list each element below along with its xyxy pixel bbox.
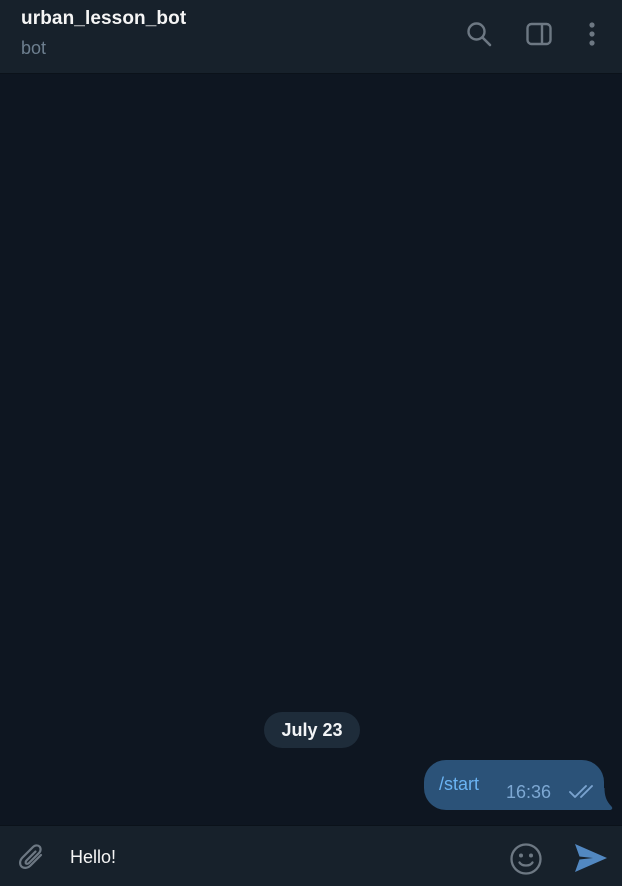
paperclip-icon xyxy=(16,842,48,879)
search-button[interactable] xyxy=(459,14,499,54)
sidebar-toggle-icon xyxy=(525,20,553,48)
message-composer xyxy=(0,825,622,886)
send-button[interactable] xyxy=(568,839,614,881)
emoji-button[interactable] xyxy=(505,840,547,882)
message-list[interactable]: July 23 /start 16:36 xyxy=(0,74,622,825)
more-vertical-icon xyxy=(587,20,597,48)
message-time: 16:36 xyxy=(506,782,552,802)
more-menu-button[interactable] xyxy=(572,14,612,54)
message-input[interactable] xyxy=(70,842,470,872)
bot-command-link[interactable]: /start xyxy=(439,774,479,795)
chat-title[interactable]: urban_lesson_bot xyxy=(21,8,186,30)
emoji-icon xyxy=(509,842,543,881)
sidebar-toggle-button[interactable] xyxy=(519,14,559,54)
send-icon xyxy=(573,842,609,879)
date-separator: July 23 xyxy=(264,712,360,748)
telegram-chat-window: urban_lesson_bot bot July 23 /start 16:3… xyxy=(0,0,622,886)
chat-header: urban_lesson_bot bot xyxy=(0,0,622,74)
chat-subtitle: bot xyxy=(21,38,47,58)
double-check-icon xyxy=(569,784,597,805)
attach-button[interactable] xyxy=(10,838,54,882)
outgoing-message-bubble[interactable]: /start 16:36 xyxy=(424,760,604,810)
search-icon xyxy=(465,20,493,48)
